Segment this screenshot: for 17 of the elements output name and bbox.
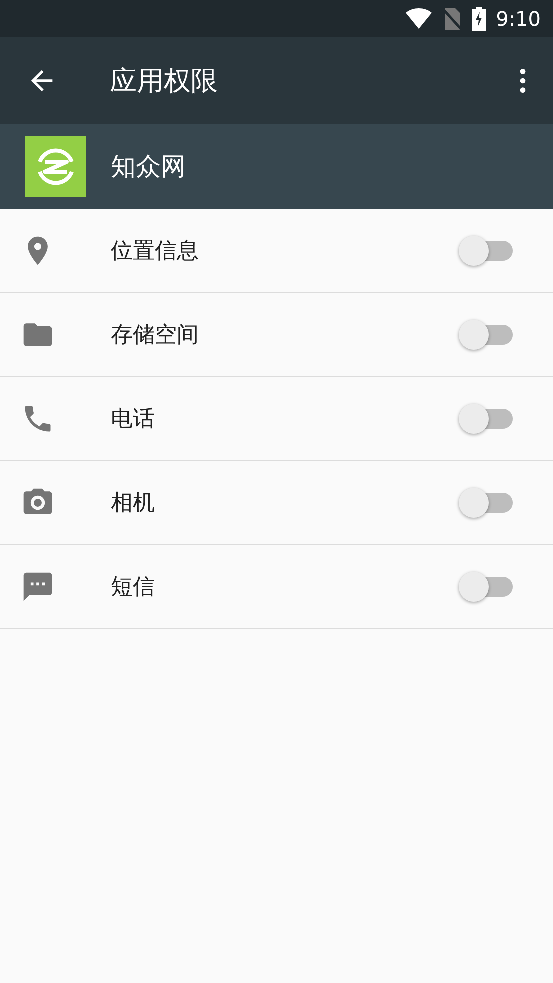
permission-label: 位置信息 xyxy=(111,238,200,266)
wifi-icon xyxy=(406,8,432,30)
permission-label: 短信 xyxy=(111,574,156,602)
battery-charging-icon xyxy=(472,6,486,30)
permission-label: 相机 xyxy=(111,490,156,518)
permission-toggle[interactable] xyxy=(459,572,515,602)
toolbar-title: 应用权限 xyxy=(110,64,219,98)
no-sim-icon xyxy=(442,6,462,30)
app-logo-icon xyxy=(25,136,86,197)
permission-label: 电话 xyxy=(111,406,156,434)
permission-toggle[interactable] xyxy=(459,236,515,266)
permission-toggle[interactable] xyxy=(459,320,515,350)
permission-label: 存储空间 xyxy=(111,322,200,350)
permission-toggle[interactable] xyxy=(459,404,515,434)
permission-toggle[interactable] xyxy=(459,488,515,518)
app-name: 知众网 xyxy=(111,151,186,183)
status-time: 9:10 xyxy=(496,6,541,30)
